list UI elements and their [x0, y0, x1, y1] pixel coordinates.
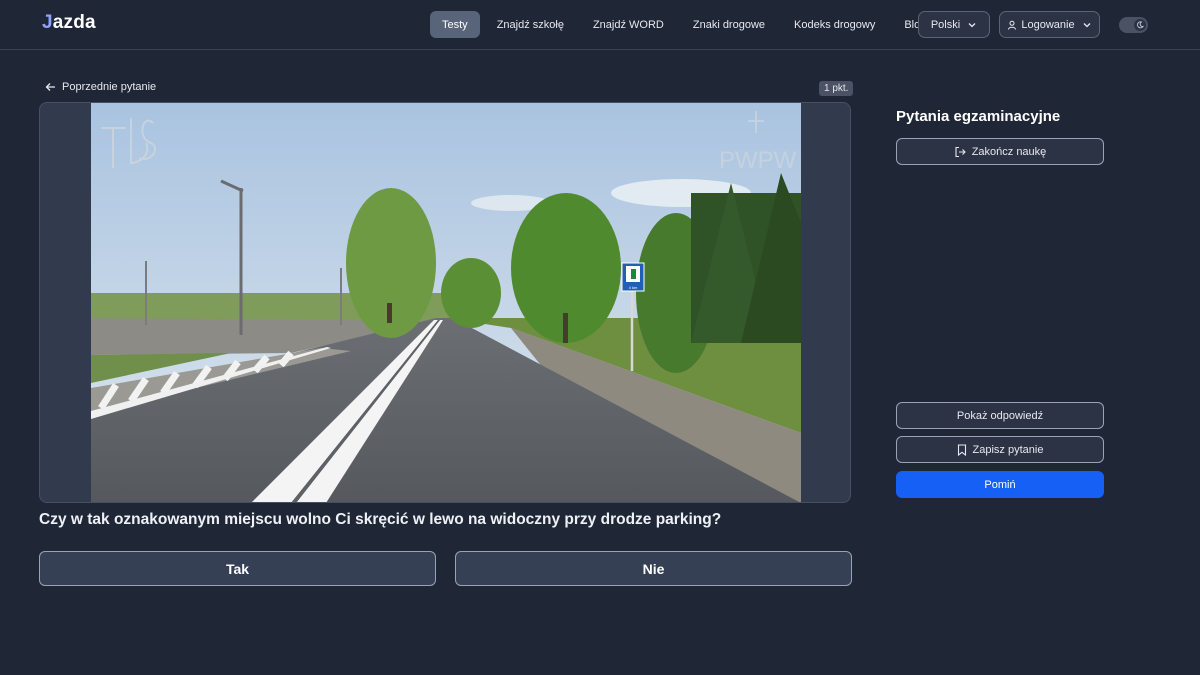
- nav-tests[interactable]: Testy: [430, 11, 480, 38]
- show-answer-button[interactable]: Pokaż odpowiedź: [896, 402, 1104, 429]
- finish-learning-button[interactable]: Zakończ naukę: [896, 138, 1104, 165]
- top-navbar: Jazda Testy Znajdź szkołę Znajdź WORD Zn…: [0, 0, 1200, 50]
- language-label: Polski: [930, 18, 961, 31]
- skip-label: Pomiń: [984, 478, 1016, 491]
- logo[interactable]: Jazda: [42, 12, 96, 34]
- show-answer-label: Pokaż odpowiedź: [956, 409, 1044, 422]
- main-nav: Testy Znajdź szkołę Znajdź WORD Znaki dr…: [430, 11, 943, 38]
- question-text: Czy w tak oznakowanym miejscu wolno Ci s…: [39, 511, 722, 528]
- save-question-label: Zapisz pytanie: [972, 443, 1044, 456]
- previous-question-link[interactable]: Poprzednie pytanie: [45, 81, 156, 93]
- answer-no-button[interactable]: Nie: [455, 551, 852, 586]
- sign-distance-text: 4 km: [629, 285, 638, 290]
- panel-title: Pytania egzaminacyjne: [896, 108, 1061, 125]
- nav-road-signs[interactable]: Znaki drogowe: [681, 11, 777, 38]
- user-icon: [1008, 20, 1017, 30]
- previous-question-label: Poprzednie pytanie: [62, 81, 157, 93]
- nav-find-school[interactable]: Znajdź szkołę: [485, 11, 576, 38]
- logo-mark: J: [42, 12, 53, 33]
- finish-learning-label: Zakończ naukę: [971, 145, 1047, 158]
- nav-traffic-code[interactable]: Kodeks drogowy: [782, 11, 887, 38]
- logo-text: azda: [52, 12, 96, 33]
- points-badge: 1 pkt.: [819, 81, 854, 96]
- bookmark-icon: [957, 443, 966, 456]
- arrow-left-icon: [45, 83, 55, 91]
- save-question-button[interactable]: Zapisz pytanie: [896, 436, 1104, 463]
- theme-toggle[interactable]: [1119, 17, 1148, 33]
- answer-yes-button[interactable]: Tak: [39, 551, 436, 586]
- toggle-knob: [1134, 19, 1146, 31]
- chevron-down-icon: [968, 22, 976, 27]
- login-button[interactable]: Logowanie: [999, 11, 1100, 38]
- chevron-down-icon: [1083, 22, 1091, 27]
- skip-button[interactable]: Pomiń: [896, 471, 1104, 498]
- moon-icon: [1137, 21, 1144, 29]
- language-select[interactable]: Polski: [918, 11, 990, 38]
- question-image-frame: 4 km PWPW: [39, 102, 851, 503]
- logout-icon: [955, 146, 966, 157]
- login-label: Logowanie: [1021, 18, 1075, 31]
- nav-find-word[interactable]: Znajdź WORD: [581, 11, 676, 38]
- question-photo: 4 km PWPW: [91, 103, 801, 502]
- watermark-text: PWPW: [719, 147, 797, 174]
